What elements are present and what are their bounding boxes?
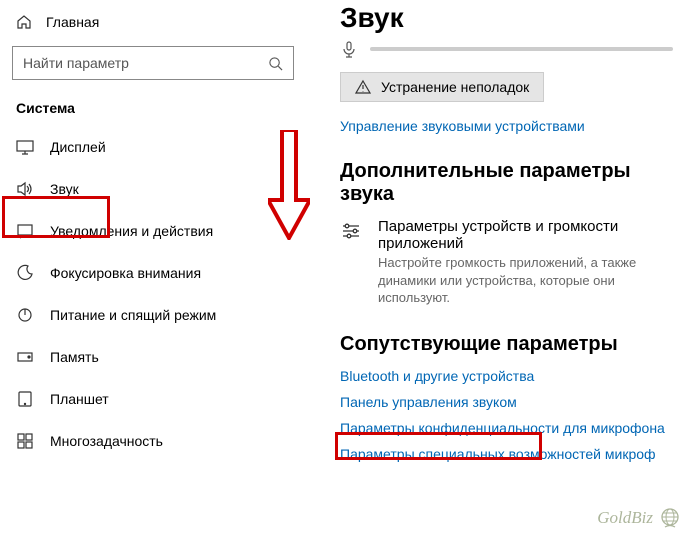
related-section-title: Сопутствующие параметры <box>340 333 673 356</box>
home-label: Главная <box>46 14 99 30</box>
sidebar-item-label: Питание и спящий режим <box>50 307 216 323</box>
search-placeholder: Найти параметр <box>23 55 268 71</box>
related-bluetooth-link[interactable]: Bluetooth и другие устройства <box>340 368 673 384</box>
sidebar-item-storage[interactable]: Память <box>0 336 310 378</box>
app-volume-desc: Настройте громкость приложений, а также … <box>378 254 673 307</box>
sliders-icon <box>340 220 362 242</box>
home-icon <box>16 14 32 30</box>
sidebar-item-power[interactable]: Питание и спящий режим <box>0 294 310 336</box>
sidebar-item-focus[interactable]: Фокусировка внимания <box>0 252 310 294</box>
power-icon <box>16 306 34 324</box>
sidebar-item-label: Планшет <box>50 391 109 407</box>
volume-slider[interactable] <box>370 47 673 51</box>
search-input[interactable]: Найти параметр <box>12 46 294 80</box>
sidebar-item-label: Многозадачность <box>50 433 163 449</box>
sidebar-item-notifications[interactable]: Уведомления и действия <box>0 210 310 252</box>
sidebar-item-multitask[interactable]: Многозадачность <box>0 420 310 462</box>
category-label: Система <box>0 84 310 126</box>
sound-icon <box>16 180 34 198</box>
warning-icon <box>355 79 371 95</box>
manage-devices-link[interactable]: Управление звуковыми устройствами <box>340 118 673 134</box>
related-mic-privacy-link[interactable]: Параметры конфиденциальности для микрофо… <box>340 420 673 436</box>
notifications-icon <box>16 222 34 240</box>
volume-slider-row <box>340 40 673 58</box>
app-volume-setting[interactable]: Параметры устройств и громкости приложен… <box>340 218 673 307</box>
sidebar-item-label: Дисплей <box>50 139 106 155</box>
focus-icon <box>16 264 34 282</box>
search-icon <box>268 56 283 71</box>
storage-icon <box>16 348 34 366</box>
app-volume-title: Параметры устройств и громкости приложен… <box>378 218 673 252</box>
sidebar-item-sound[interactable]: Звук <box>0 168 310 210</box>
display-icon <box>16 138 34 156</box>
related-sound-panel-link[interactable]: Панель управления звуком <box>340 394 673 410</box>
sidebar-item-label: Память <box>50 349 99 365</box>
microphone-icon <box>340 40 358 58</box>
sidebar-item-tablet[interactable]: Планшет <box>0 378 310 420</box>
advanced-section-title: Дополнительные параметры звука <box>340 160 673 206</box>
related-mic-accessibility-link[interactable]: Параметры специальных возможностей микро… <box>340 446 673 462</box>
home-link[interactable]: Главная <box>0 8 310 36</box>
page-title: Звук <box>340 2 673 34</box>
troubleshoot-label: Устранение неполадок <box>381 79 529 95</box>
sidebar-item-label: Фокусировка внимания <box>50 265 201 281</box>
tablet-icon <box>16 390 34 408</box>
sidebar-item-label: Уведомления и действия <box>50 223 213 239</box>
troubleshoot-button[interactable]: Устранение неполадок <box>340 72 544 102</box>
multitask-icon <box>16 432 34 450</box>
sidebar-item-label: Звук <box>50 181 79 197</box>
sidebar-item-display[interactable]: Дисплей <box>0 126 310 168</box>
